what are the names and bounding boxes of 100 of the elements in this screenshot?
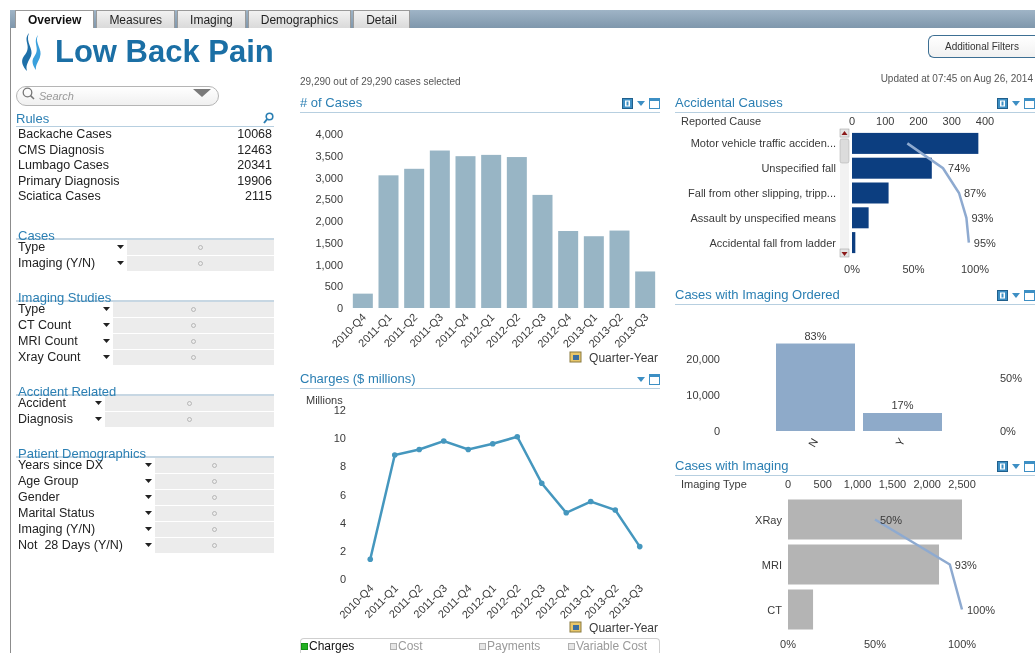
axis-tick-label: 3,500 [315,149,343,162]
maximize-icon[interactable] [649,374,660,385]
chart-type-icon[interactable] [997,98,1008,109]
data-point [465,446,472,453]
axis-tick-label: 0 [713,425,720,437]
legend-item[interactable]: Charges [301,639,390,653]
dropdown-caret-icon[interactable] [117,245,125,249]
filter-field[interactable] [104,411,274,427]
axis-tick-label: 3,000 [315,171,343,184]
axis-tick-label: 1,000 [315,258,343,271]
axis-tick-label: 50% [902,263,925,275]
bar [852,182,889,204]
panel-title: Charges ($ millions) [300,371,416,387]
filter-field[interactable] [154,537,274,553]
rule-item[interactable]: CMS Diagnosis 12463 [16,142,274,158]
circle-icon [211,494,217,500]
maximize-icon[interactable] [1024,98,1035,109]
bar [852,207,869,229]
chart-type-icon[interactable] [997,461,1008,472]
rule-item[interactable]: Primary Diagnosis 19906 [16,173,274,189]
chart-type-icon[interactable] [997,290,1008,301]
axis-tick-label: 6 [339,488,346,501]
data-point [563,510,570,516]
filter-field[interactable] [112,317,274,333]
dropdown-caret-icon[interactable] [144,543,152,547]
tab[interactable]: Detail [353,10,410,28]
dimension-icon [569,351,582,363]
filter-field[interactable] [154,489,274,505]
caret-icon[interactable] [1012,101,1020,106]
scroll-bar[interactable] [839,128,850,258]
maximize-icon[interactable] [1024,290,1035,301]
axis-tick-label: 2,000 [913,478,941,490]
filter-label: Not 28 Days (Y/N) [17,537,124,553]
dropdown-caret-icon[interactable] [102,339,110,343]
rule-item[interactable]: Sciatica Cases 2115 [16,189,274,205]
rule-item[interactable]: Backache Cases 10068 [16,127,274,143]
filter-field[interactable] [154,521,274,537]
checkbox-icon [390,642,397,650]
axis-tick-label: Y [893,436,908,449]
data-point [538,480,545,487]
dropdown-caret-icon[interactable] [144,527,152,531]
bar [583,236,604,308]
axis-title: Imaging Type [681,478,747,490]
tab[interactable]: Imaging [177,10,246,28]
dropdown-caret-icon[interactable] [102,355,110,359]
axis-tick-label: 100% [947,638,977,650]
data-point [612,507,619,513]
additional-filters-button[interactable]: Additional Filters [928,35,1035,58]
dropdown-caret-icon[interactable] [144,479,152,483]
dropdown-caret-icon[interactable] [144,495,152,499]
dropdown-caret-icon[interactable] [94,401,102,405]
axis-tick-label: 10,000 [686,389,720,401]
filter-field[interactable] [127,255,274,271]
update-time: Updated at 07:45 on Aug 26, 2014 [880,72,1034,86]
filter-field[interactable] [154,473,274,489]
filter-field[interactable] [154,505,274,521]
bar [635,271,656,308]
caret-icon[interactable] [1012,464,1020,469]
axis-tick-label: 8 [339,460,346,473]
maximize-icon[interactable] [1024,461,1035,472]
circle-icon [190,322,196,328]
category-label: Accidental fall from ladder [709,236,836,249]
category-label: XRay [755,513,782,526]
axis-title: Millions [306,394,343,406]
search-field[interactable]: Search [16,86,219,106]
axis-tick-label: 10 [333,432,346,445]
filter-label: MRI Count [17,333,79,349]
tab[interactable]: Overview [15,10,95,28]
axis-tick-label: 300 [942,115,961,127]
search-icon [22,86,35,100]
dropdown-caret-icon[interactable] [117,261,125,265]
caret-icon[interactable] [637,377,645,382]
filter-field[interactable] [112,349,274,365]
dropdown-caret-icon[interactable] [94,417,102,421]
dropdown-caret-icon[interactable] [144,511,152,515]
chart-type-icon[interactable] [622,98,633,109]
filter-label: Gender [17,489,61,505]
axis-title: Quarter-Year [589,621,658,634]
axis-tick-label: 400 [975,115,995,127]
dropdown-caret-icon[interactable] [144,463,152,467]
axis-tick-label: 2,000 [315,215,343,227]
tab[interactable]: Demographics [247,10,352,28]
circle-icon [190,306,196,312]
axis-tick-label: 0 [784,478,792,490]
axis-tick-label: 50% [1000,372,1023,385]
rule-item[interactable]: Lumbago Cases 20341 [16,158,274,174]
data-label: 83% [804,329,827,342]
category-label: CT [767,603,782,616]
maximize-icon[interactable] [649,98,660,109]
search-icon[interactable] [263,112,274,124]
caret-icon[interactable] [1012,293,1020,298]
filter-label: CT Count [17,317,73,333]
dropdown-caret-icon[interactable] [102,307,110,311]
circle-icon [186,416,192,422]
caret-icon[interactable] [637,101,645,106]
tab[interactable]: Measures [96,10,176,28]
data-label: 100% [967,603,996,616]
dropdown-caret-icon[interactable] [102,323,110,327]
filter-field[interactable] [112,333,274,349]
category-label: Assault by unspecified means [690,211,836,224]
